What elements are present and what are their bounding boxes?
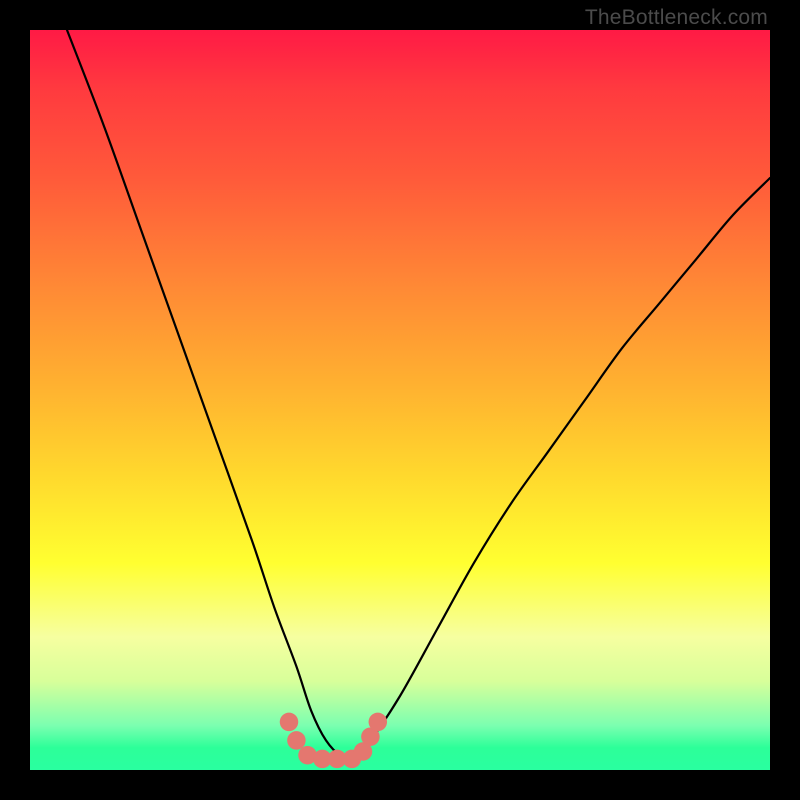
bottleneck-curve-path [67,30,770,757]
chart-svg [30,30,770,770]
trough-marker [280,713,299,732]
trough-marker [369,713,388,732]
attribution-label: TheBottleneck.com [585,6,768,30]
plot-area [30,30,770,770]
chart-frame: TheBottleneck.com [0,0,800,800]
trough-markers-group [280,713,387,769]
trough-marker [287,731,306,750]
